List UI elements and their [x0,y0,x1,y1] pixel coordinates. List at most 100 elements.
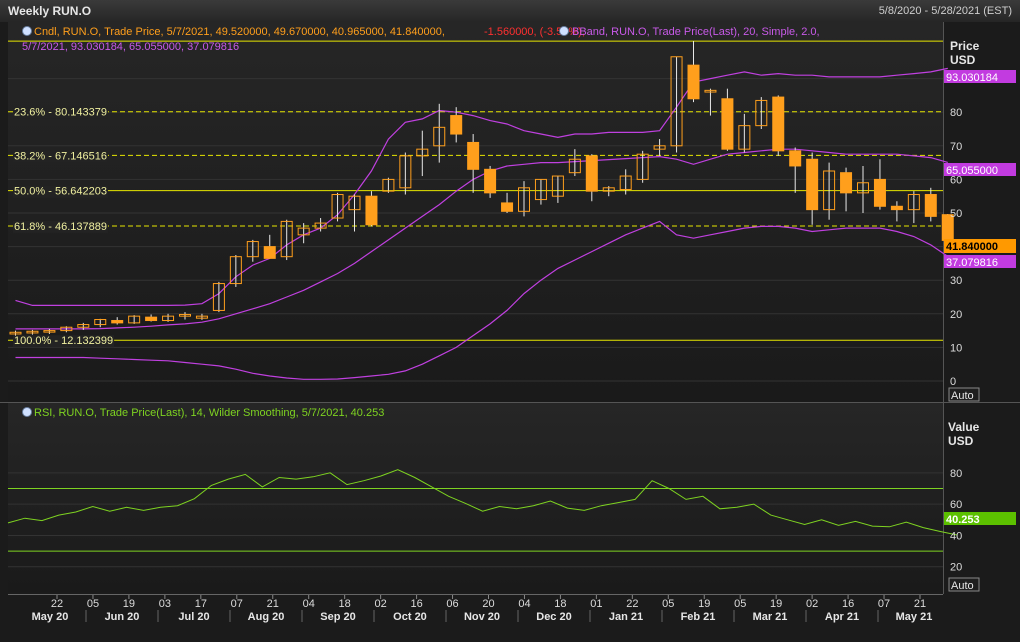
x-day-label: 07 [878,598,890,610]
x-month-label: Aug 20 [248,611,285,623]
fib-level-label: 61.8% - 46.137889 [14,221,107,233]
title-bar: Weekly RUN.O 5/8/2020 - 5/28/2021 (EST) [0,0,1020,23]
x-month-label: Nov 20 [464,611,500,623]
bband-mid-tag-text: 65.055000 [946,165,998,177]
price-tick-label: 80 [950,107,962,119]
fib-level-label: 50.0% - 56.642203 [14,186,107,198]
candle-body-down [585,155,598,192]
legend-cndl-text: Cndl, RUN.O, Trade Price, 5/7/2021, 49.5… [34,26,445,38]
candle-body-down [840,172,853,194]
x-day-label: 04 [518,598,530,610]
candle-body-down [111,320,124,324]
legend-bband-values: 5/7/2021, 93.030184, 65.055000, 37.07981… [22,41,239,53]
fib-level-label: 23.6% - 80.143379 [14,107,107,119]
x-day-label: 22 [51,598,63,610]
price-tick-label: 10 [950,342,962,354]
fib-level-label: 38.2% - 67.146516 [14,150,107,162]
candle [484,165,497,198]
x-month-label: Feb 21 [681,611,716,623]
candle-body-down [467,141,480,170]
x-month-label: Jun 20 [105,611,140,623]
candle-body-down [501,202,514,212]
rsi-tick-label: 20 [950,562,962,574]
x-day-label: 16 [842,598,854,610]
x-day-label: 05 [662,598,674,610]
rsi-tick-label: 40 [950,530,962,542]
x-day-label: 19 [770,598,782,610]
legend-toggle-icon[interactable] [22,26,32,36]
candle-body-down [365,195,378,226]
x-month-label: Sep 20 [320,611,355,623]
x-day-label: 22 [626,598,638,610]
candle-body-down [145,316,158,322]
x-day-label: 21 [267,598,279,610]
rsi-legend: RSI, RUN.O, Trade Price(Last), 14, Wilde… [22,407,384,419]
x-month-label: May 20 [32,611,69,623]
candle-body-down [450,115,463,135]
x-day-label: 21 [914,598,926,610]
x-day-label: 19 [123,598,135,610]
chart-window: Weekly RUN.O 5/8/2020 - 5/28/2021 (EST) … [0,0,1020,642]
x-day-label: 19 [698,598,710,610]
date-range-label: 5/8/2020 - 5/28/2021 (EST) [878,5,1012,17]
x-month-label: Jul 20 [178,611,209,623]
rsi-auto-label: Auto [951,580,974,592]
x-day-label: 16 [410,598,422,610]
last-price-tag-text: 41.840000 [946,241,998,253]
rsi-last-tag-text: 40.253 [946,514,980,526]
rsi-tick-label: 80 [950,468,962,480]
x-day-label: 02 [806,598,818,610]
x-month-label: Jan 21 [609,611,643,623]
candle-body-down [806,158,819,211]
x-day-label: 04 [303,598,315,610]
candle-body-down [687,64,700,100]
price-tick-label: 70 [950,141,962,153]
x-day-label: 20 [482,598,494,610]
candle-body-down [484,168,497,194]
candle [772,95,785,156]
x-day-label: 17 [195,598,207,610]
rsi-axis-title: Value [948,420,980,434]
x-month-label: Apr 21 [825,611,859,623]
rsi-plot-area [8,403,943,592]
x-day-label: 05 [87,598,99,610]
candle-body-down [263,246,276,259]
candle-body-down [789,150,802,167]
x-day-label: 05 [734,598,746,610]
candle-body-down [772,96,785,152]
window-title: Weekly RUN.O [8,4,92,18]
candle-body-down [924,194,937,217]
x-day-label: 02 [375,598,387,610]
x-axis-area [0,594,1020,642]
candle [365,191,378,227]
price-tick-label: 30 [950,275,962,287]
chart-canvas[interactable]: 23.6% - 80.143379 38.2% - 67.146516 50.0% … [0,22,1020,642]
legend-toggle-icon[interactable] [559,26,569,36]
candle-body-down [890,205,903,211]
legend-bband-text: BBand, RUN.O, Trade Price(Last), 20, Sim… [572,26,820,38]
legend-cndl-change: -1.560000, (-3.59%), [484,26,585,38]
candle-body-down [873,178,886,207]
x-month-label: Oct 20 [393,611,427,623]
legend-toggle-icon[interactable] [22,407,32,417]
x-month-label: Dec 20 [536,611,571,623]
x-day-label: 06 [446,598,458,610]
x-day-label: 03 [159,598,171,610]
candle-body-down [721,98,734,150]
rsi-tick-label: 60 [950,499,962,511]
x-day-label: 01 [590,598,602,610]
x-month-label: May 21 [896,611,933,623]
x-day-label: 07 [231,598,243,610]
price-axis-title: Price [950,39,980,53]
bband-lower-tag-text: 37.079816 [946,257,998,269]
price-auto-label: Auto [951,390,974,402]
x-day-label: 18 [339,598,351,610]
price-tick-label: 0 [950,376,956,388]
legend-rsi-text: RSI, RUN.O, Trade Price(Last), 14, Wilde… [34,407,384,419]
x-day-label: 18 [554,598,566,610]
rsi-axis-unit: USD [948,434,974,448]
x-month-label: Mar 21 [753,611,788,623]
fib-level-label: 100.0% - 12.132399 [14,335,113,347]
price-axis-unit: USD [950,53,976,67]
price-tick-label: 50 [950,208,962,220]
